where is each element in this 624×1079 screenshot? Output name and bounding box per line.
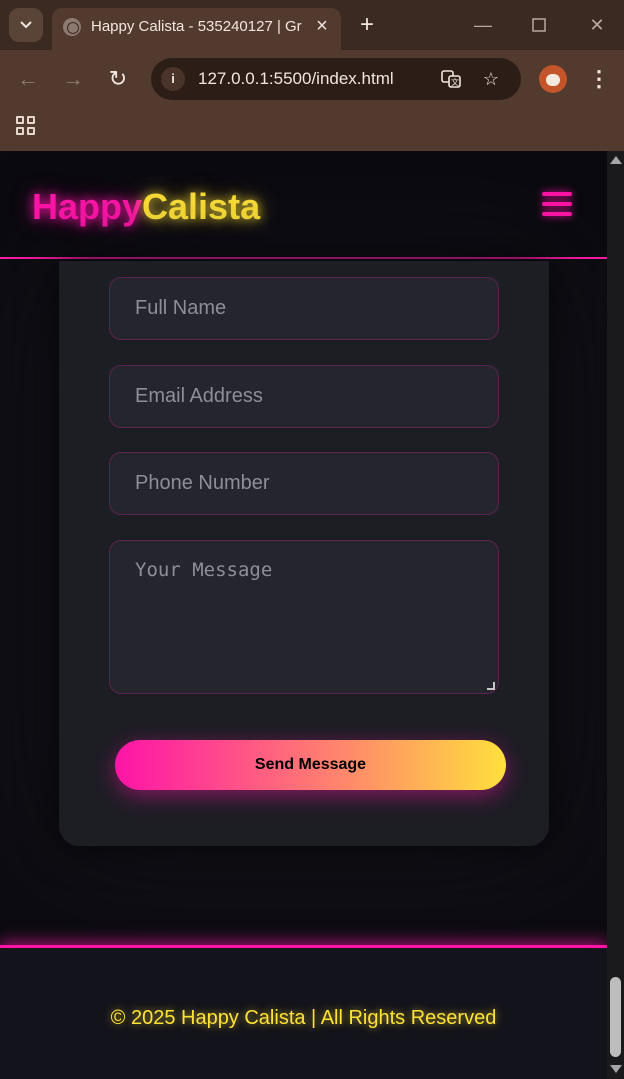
site-footer: © 2025 Happy Calista | All Rights Reserv…	[0, 945, 607, 1079]
address-bar[interactable]: i 127.0.0.1:5500/index.html 文 ☆	[151, 58, 521, 100]
back-button[interactable]: ←	[12, 63, 44, 95]
message-placeholder: Your Message	[135, 559, 273, 581]
scroll-thumb[interactable]	[610, 977, 621, 1057]
close-window-button[interactable]: ✕	[582, 10, 612, 40]
phone-input[interactable]: Phone Number	[109, 452, 499, 515]
logo-text-calista: Calista	[142, 186, 261, 227]
minimize-button[interactable]: —	[468, 10, 498, 40]
reload-button[interactable]: ↻	[102, 63, 134, 95]
resize-handle[interactable]	[487, 682, 495, 690]
new-tab-button[interactable]: +	[352, 10, 382, 40]
kebab-menu-icon[interactable]: ⋮	[585, 63, 613, 95]
url-text[interactable]: 127.0.0.1:5500/index.html	[198, 68, 428, 90]
email-input[interactable]: Email Address	[109, 365, 499, 428]
info-icon[interactable]: i	[161, 67, 185, 91]
bookmarks-bar	[0, 108, 624, 151]
logo-text-happy: Happy	[32, 186, 143, 227]
send-message-button[interactable]: Send Message	[115, 740, 506, 790]
scroll-up-arrow-icon[interactable]	[610, 156, 622, 164]
site-logo[interactable]: HappyCalista	[32, 185, 260, 229]
browser-chrome: Happy Calista - 535240127 | Gr × + — ✕ ←…	[0, 0, 624, 151]
apps-grid-icon[interactable]	[16, 116, 35, 135]
full-name-input[interactable]: Full Name	[109, 277, 499, 340]
svg-text:文: 文	[451, 77, 459, 87]
forward-button[interactable]: →	[57, 63, 89, 95]
bookmark-star-icon[interactable]: ☆	[479, 67, 503, 91]
site-navbar: HappyCalista	[0, 151, 607, 259]
maximize-button[interactable]	[524, 10, 554, 40]
translate-icon[interactable]: 文	[439, 67, 463, 91]
browser-tab[interactable]: Happy Calista - 535240127 | Gr ×	[52, 8, 341, 50]
page-scrollbar[interactable]	[607, 151, 624, 1079]
tab-title: Happy Calista - 535240127 | Gr	[91, 18, 302, 35]
message-textarea[interactable]: Your Message	[109, 540, 499, 694]
browser-toolbar: ← → ↻ i 127.0.0.1:5500/index.html 文 ☆ ⋮	[0, 50, 624, 108]
tab-strip: Happy Calista - 535240127 | Gr × + — ✕	[0, 0, 624, 50]
chevron-down-icon	[20, 21, 32, 29]
tab-search-button[interactable]	[9, 8, 43, 42]
hamburger-icon[interactable]	[542, 192, 572, 218]
close-tab-button[interactable]: ×	[310, 14, 334, 38]
globe-icon	[63, 18, 81, 36]
scroll-down-arrow-icon[interactable]	[610, 1065, 622, 1073]
page-viewport: HappyCalista Full Name Email Address Pho…	[0, 151, 607, 1079]
profile-avatar[interactable]	[539, 65, 567, 93]
maximize-icon	[532, 18, 546, 32]
copyright-text: © 2025 Happy Calista | All Rights Reserv…	[110, 1007, 497, 1029]
